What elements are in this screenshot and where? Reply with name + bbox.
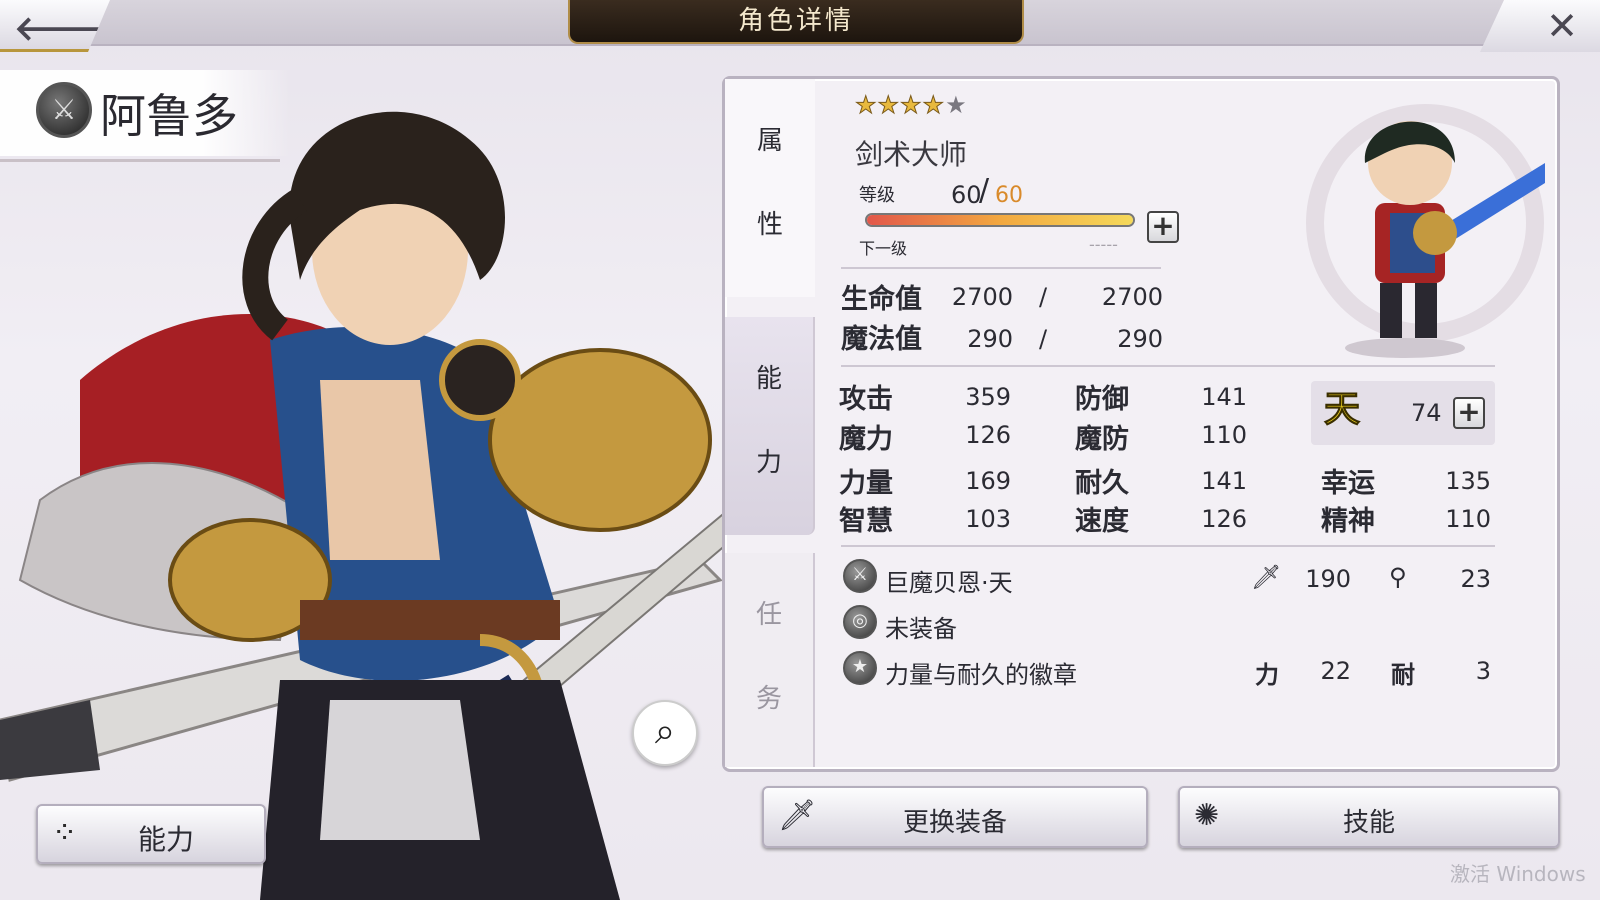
- spirit-label: 精神: [1321, 506, 1375, 537]
- tab-attributes-char-1: 属: [756, 126, 783, 156]
- level-progress-fill: [867, 215, 1133, 225]
- endurance-value: 141: [1201, 467, 1247, 495]
- wisdom-label: 智慧: [839, 506, 893, 537]
- accessory-name[interactable]: 未装备: [885, 609, 957, 644]
- weapon-sword-icon: ⚔: [843, 559, 877, 593]
- heaven-value: 74: [1411, 399, 1442, 427]
- change-equipment-button[interactable]: 🗡 更换装备: [762, 786, 1148, 848]
- heaven-plus-button[interactable]: +: [1453, 397, 1485, 429]
- panel-tabs: 属 性 能 力 任 务: [725, 79, 815, 769]
- attack-value: 359: [965, 383, 1011, 411]
- level-up-button[interactable]: +: [1147, 211, 1179, 243]
- zoom-button[interactable]: ⌕: [632, 700, 698, 766]
- character-artwork: [0, 111, 757, 900]
- heaven-icon: 天: [1323, 389, 1360, 431]
- luck-value: 135: [1445, 467, 1491, 495]
- ability-grid-icon: ⁘: [52, 816, 78, 851]
- accessory-icon: ◎: [843, 605, 877, 639]
- character-name: 阿鲁多: [100, 89, 238, 143]
- badge-icon: ★: [843, 651, 877, 685]
- star-icon: ★: [855, 91, 878, 120]
- weapon-magic-value: 23: [1460, 565, 1491, 593]
- hp-label: 生命值: [841, 284, 922, 315]
- star-empty-icon: ★: [945, 91, 968, 119]
- change-equipment-label: 更换装备: [902, 808, 1007, 838]
- star-icon: ★: [922, 91, 946, 120]
- os-watermark: 激活 Windows: [1450, 862, 1586, 886]
- detail-panel: 属 性 能 力 任 务 ★★★★★ 剑术大师 等级 60 / 60 + 下一级 …: [722, 76, 1560, 772]
- magnifier-icon: ⌕: [654, 711, 676, 752]
- luck-label: 幸运: [1321, 468, 1375, 499]
- magic-staff-icon: ⚲: [1389, 563, 1407, 591]
- tab-abilities-char-1: 能: [755, 364, 782, 394]
- spirit-value: 110: [1445, 505, 1491, 533]
- wisdom-value: 103: [965, 505, 1011, 533]
- magic-label: 魔力: [839, 424, 893, 455]
- heaven-stat: 天 74 +: [1311, 381, 1495, 445]
- ability-button-label: 能力: [138, 823, 195, 856]
- badge-stat1-label: 力: [1255, 661, 1279, 689]
- close-icon: ✕: [1546, 4, 1578, 48]
- tab-attributes[interactable]: 属 性: [725, 79, 815, 297]
- left-arrow-icon: 🡐: [14, 9, 106, 49]
- ability-button[interactable]: ⁘ 能力: [36, 804, 266, 864]
- job-title: 剑术大师: [855, 138, 968, 171]
- skill-button[interactable]: ✺ 技能: [1178, 786, 1560, 848]
- badge-stat2-label: 耐: [1391, 661, 1415, 689]
- tab-quests-char-1: 任: [755, 600, 782, 630]
- mp-max: 290: [1117, 325, 1163, 353]
- hp-current: 2700: [951, 283, 1013, 311]
- divider: [841, 267, 1161, 269]
- defense-value: 141: [1201, 383, 1247, 411]
- endurance-label: 耐久: [1075, 468, 1129, 499]
- strength-value: 169: [965, 467, 1011, 495]
- attack-label: 攻击: [839, 384, 893, 415]
- magic-value: 126: [965, 421, 1011, 449]
- badge-stat2-value: 3: [1475, 657, 1491, 685]
- mp-current: 290: [967, 325, 1013, 353]
- speed-label: 速度: [1075, 506, 1129, 537]
- level-slash: /: [979, 173, 990, 208]
- skill-button-label: 技能: [1342, 808, 1395, 838]
- level-progress-bar: [865, 213, 1135, 227]
- star-icon: ★: [900, 91, 923, 120]
- badge-name[interactable]: 力量与耐久的徽章: [885, 655, 1077, 690]
- hp-slash: /: [1039, 283, 1048, 311]
- badge-stat1-value: 22: [1320, 657, 1351, 685]
- tab-abilities[interactable]: 能 力: [725, 317, 815, 535]
- name-underline: [0, 159, 280, 162]
- page-title: 角色详情: [737, 6, 854, 36]
- weapon-name[interactable]: 巨魔贝恩·天: [885, 563, 1013, 598]
- rarity-stars: ★★★★★: [855, 91, 968, 120]
- character-sprite: [1306, 104, 1545, 358]
- tab-abilities-char-2: 力: [755, 448, 782, 478]
- weapon-attack-value: 190: [1305, 565, 1351, 593]
- mdef-value: 110: [1201, 421, 1247, 449]
- tab-quests-char-2: 务: [755, 684, 782, 714]
- mp-slash: /: [1039, 325, 1048, 353]
- level-current: 60: [951, 181, 982, 209]
- divider: [841, 365, 1495, 367]
- strength-label: 力量: [839, 468, 893, 499]
- next-level-value: -----: [1089, 235, 1118, 254]
- hp-max: 2700: [1101, 283, 1163, 311]
- title-plate: 角色详情: [568, 0, 1024, 44]
- star-icon: ★: [877, 91, 901, 120]
- level-max: 60: [995, 183, 1023, 208]
- sword-emblem-icon: ⚔: [36, 82, 92, 138]
- mdef-label: 魔防: [1075, 424, 1129, 455]
- tab-quests[interactable]: 任 务: [725, 553, 815, 767]
- speed-value: 126: [1201, 505, 1247, 533]
- next-level-label: 下一级: [859, 239, 908, 258]
- name-plate: ⚔ 阿鲁多: [0, 70, 290, 162]
- tab-attributes-char-2: 性: [756, 210, 783, 240]
- level-label: 等级: [859, 185, 895, 206]
- defense-label: 防御: [1075, 384, 1129, 415]
- mp-label: 魔法值: [841, 324, 922, 355]
- divider: [841, 545, 1495, 547]
- attack-sword-icon: 🗡: [1251, 563, 1282, 591]
